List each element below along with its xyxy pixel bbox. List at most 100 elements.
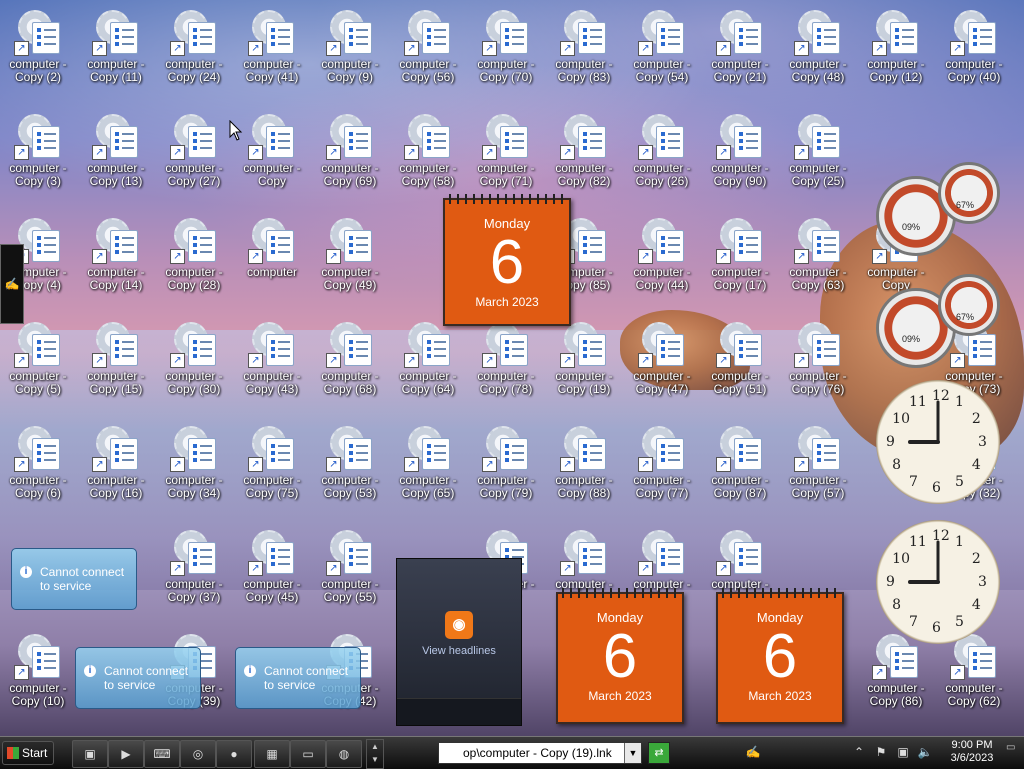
desktop-shortcut[interactable]: ↗ computer - Copy (9) (312, 0, 388, 96)
terminal-icon[interactable]: ⌨ (144, 740, 180, 768)
desktop-shortcut[interactable]: ↗ computer - Copy (34) (156, 416, 232, 512)
desktop-shortcut[interactable]: ↗ computer - Copy (28) (156, 208, 232, 304)
desktop-shortcut[interactable]: ↗ computer - Copy (13) (78, 104, 154, 200)
desktop-shortcut[interactable]: ↗ computer - Copy (37) (156, 520, 232, 616)
shortcut-arrow-icon: ↗ (14, 41, 29, 56)
checklist-icon (32, 230, 60, 262)
desktop-shortcut[interactable]: ↗ computer - Copy (17) (702, 208, 778, 304)
desktop-shortcut[interactable]: ↗ computer - Copy (40) (936, 0, 1012, 96)
clock-gadget[interactable]: 12 1 2 3 4 5 6 7 8 9 10 11 (876, 520, 1000, 644)
desktop-shortcut[interactable]: ↗ computer - Copy (14) (78, 208, 154, 304)
desktop-shortcut[interactable]: ↗ computer - Copy (30) (156, 312, 232, 408)
view-headlines-link[interactable]: View headlines (397, 645, 521, 657)
window-icon[interactable]: ▭ (290, 740, 326, 768)
desktop-shortcut[interactable]: ↗ computer - Copy (15) (78, 312, 154, 408)
desktop-shortcut[interactable]: ↗ computer - Copy (68) (312, 312, 388, 408)
desktop-shortcut[interactable]: ↗ computer - Copy (2) (0, 0, 76, 96)
desktop-shortcut[interactable]: ↗ computer - Copy (10) (0, 624, 76, 720)
calendar-date: 6 (762, 622, 798, 691)
desktop-shortcut[interactable]: ↗ computer - Copy (87) (702, 416, 778, 512)
flag-icon[interactable]: ⚑ (872, 743, 890, 761)
desktop-shortcut[interactable]: ↗ computer - Copy (21) (702, 0, 778, 96)
feed-headlines-gadget[interactable]: ◉ View headlines (396, 558, 522, 726)
desktop-shortcut[interactable]: ↗ computer - Copy (41) (234, 0, 310, 96)
desktop-shortcut[interactable]: ↗ computer - Copy (26) (624, 104, 700, 200)
shortcut-icon: ↗ (716, 528, 764, 576)
cpu-meter-gadget[interactable]: 09% 67% (876, 162, 1000, 256)
desktop-shortcut[interactable]: ↗ computer - Copy (71) (468, 104, 544, 200)
volume-icon[interactable]: 🔈 (916, 743, 934, 761)
desktop-shortcut[interactable]: ↗ computer - Copy (51) (702, 312, 778, 408)
desktop-shortcut[interactable]: ↗ computer - Copy (63) (780, 208, 856, 304)
address-input[interactable]: op\computer - Copy (19).lnk (463, 743, 612, 763)
desktop-shortcut[interactable]: ↗ computer - Copy (70) (468, 0, 544, 96)
desktop-shortcut[interactable]: ↗ computer - Copy (78) (468, 312, 544, 408)
desktop-shortcut[interactable]: ↗ computer - Copy (48) (780, 0, 856, 96)
desktop-shortcut[interactable]: ↗ computer - Copy (90) (702, 104, 778, 200)
system-clock[interactable]: 9:00 PM 3/6/2023 (944, 739, 1000, 765)
start-button[interactable]: Start (2, 741, 54, 765)
desktop-shortcut[interactable]: ↗ computer - Copy (58) (390, 104, 466, 200)
desktop-shortcut[interactable]: ↗ computer - Copy (49) (312, 208, 388, 304)
shortcut-arrow-icon: ↗ (638, 561, 653, 576)
calendar-gadget[interactable]: Monday 6 March 2023 (716, 588, 844, 724)
desktop-shortcut[interactable]: ↗ computer - Copy (6) (0, 416, 76, 512)
desktop-shortcut[interactable]: ↗ computer - Copy (16) (78, 416, 154, 512)
address-toolbar[interactable]: op\computer - Copy (19).lnk ▼ (438, 742, 642, 764)
desktop-shortcut[interactable]: ↗ computer - Copy (55) (312, 520, 388, 616)
desktop-shortcut[interactable]: ↗ computer - Copy (47) (624, 312, 700, 408)
desktop-shortcut[interactable]: ↗ computer - Copy (69) (312, 104, 388, 200)
shortcut-icon: ↗ (794, 216, 842, 264)
desktop-shortcut[interactable]: ↗ computer - Copy (82) (546, 104, 622, 200)
desktop-shortcut[interactable]: ↗ computer - Copy (5) (0, 312, 76, 408)
firefox-icon[interactable]: ● (216, 740, 252, 768)
desktop-shortcut[interactable]: ↗ computer - Copy (27) (156, 104, 232, 200)
desktop-shortcut[interactable]: ↗ computer - Copy (83) (546, 0, 622, 96)
desktop-shortcut[interactable]: ↗ computer - Copy (24) (156, 0, 232, 96)
clock-gadget[interactable]: 12 1 2 3 4 5 6 7 8 9 10 11 (876, 380, 1000, 504)
desktop-shortcut[interactable]: ↗ computer - Copy (12) (858, 0, 934, 96)
chevron-down-icon[interactable]: ▼ (624, 743, 641, 763)
tray-expand-icon[interactable]: ⌃ (850, 743, 868, 761)
weather-notice[interactable]: i Cannot connect to service (11, 548, 137, 610)
desktop-shortcut[interactable]: ↗ computer - Copy (44) (624, 208, 700, 304)
sidebar-handle[interactable]: ✍ (0, 244, 24, 324)
desktop-shortcut[interactable]: ↗ computer - Copy (64) (390, 312, 466, 408)
desktop-shortcut[interactable]: ↗ computer - Copy (57) (780, 416, 856, 512)
desktop-shortcut[interactable]: ↗ computer - Copy (11) (78, 0, 154, 96)
desktop-shortcut[interactable]: ↗ computer - Copy (75) (234, 416, 310, 512)
calendar-gadget[interactable]: Monday 6 March 2023 (443, 194, 571, 326)
media-app-icon[interactable]: ◎ (180, 740, 216, 768)
desktop-shortcut[interactable]: ↗ computer - Copy (77) (624, 416, 700, 512)
desktop-shortcut[interactable]: ↗ computer - Copy (79) (468, 416, 544, 512)
media-player-icon[interactable]: ▶ (108, 740, 144, 768)
calculator-icon[interactable]: ▦ (254, 740, 290, 768)
desktop-shortcut[interactable]: ↗ computer - Copy (56) (390, 0, 466, 96)
desktop-icon[interactable]: ▣ (72, 740, 108, 768)
desktop-shortcut[interactable]: ↗ computer - Copy (3) (0, 104, 76, 200)
notes-icon[interactable]: ✍ (744, 743, 762, 761)
show-desktop-button[interactable]: ▭ (1006, 742, 1020, 762)
shortcut-icon: ↗ (170, 112, 218, 160)
desktop-shortcut[interactable]: ↗ computer - Copy (19) (546, 312, 622, 408)
weather-notice[interactable]: i Cannot connect to service (235, 647, 361, 709)
desktop-shortcut[interactable]: ↗ computer (234, 208, 310, 304)
weather-notice[interactable]: i Cannot connect to service (75, 647, 201, 709)
desktop-shortcut[interactable]: ↗ computer - Copy (65) (390, 416, 466, 512)
go-button[interactable]: ⇄ (648, 742, 670, 764)
app-icon[interactable]: ◍ (326, 740, 362, 768)
desktop-shortcut[interactable]: ↗ computer - Copy (54) (624, 0, 700, 96)
network-icon[interactable]: ▣ (894, 743, 912, 761)
desktop-shortcut[interactable]: ↗ computer - Copy (88) (546, 416, 622, 512)
desktop-shortcut[interactable]: ↗ computer - Copy (43) (234, 312, 310, 408)
desktop-shortcut[interactable]: ↗ computer - Copy (53) (312, 416, 388, 512)
taskbar-scroll[interactable]: ▲ ▼ (366, 739, 384, 769)
desktop-shortcut[interactable]: ↗ computer - Copy (76) (780, 312, 856, 408)
checklist-icon (344, 334, 372, 366)
desktop-shortcut[interactable]: ↗computer - Copy (234, 104, 310, 200)
calendar-gadget[interactable]: Monday 6 March 2023 (556, 588, 684, 724)
cpu-meter-gadget[interactable]: 09% 67% (876, 274, 1000, 368)
shortcut-arrow-icon: ↗ (248, 145, 263, 160)
desktop-shortcut[interactable]: ↗ computer - Copy (25) (780, 104, 856, 200)
desktop-shortcut[interactable]: ↗ computer - Copy (45) (234, 520, 310, 616)
